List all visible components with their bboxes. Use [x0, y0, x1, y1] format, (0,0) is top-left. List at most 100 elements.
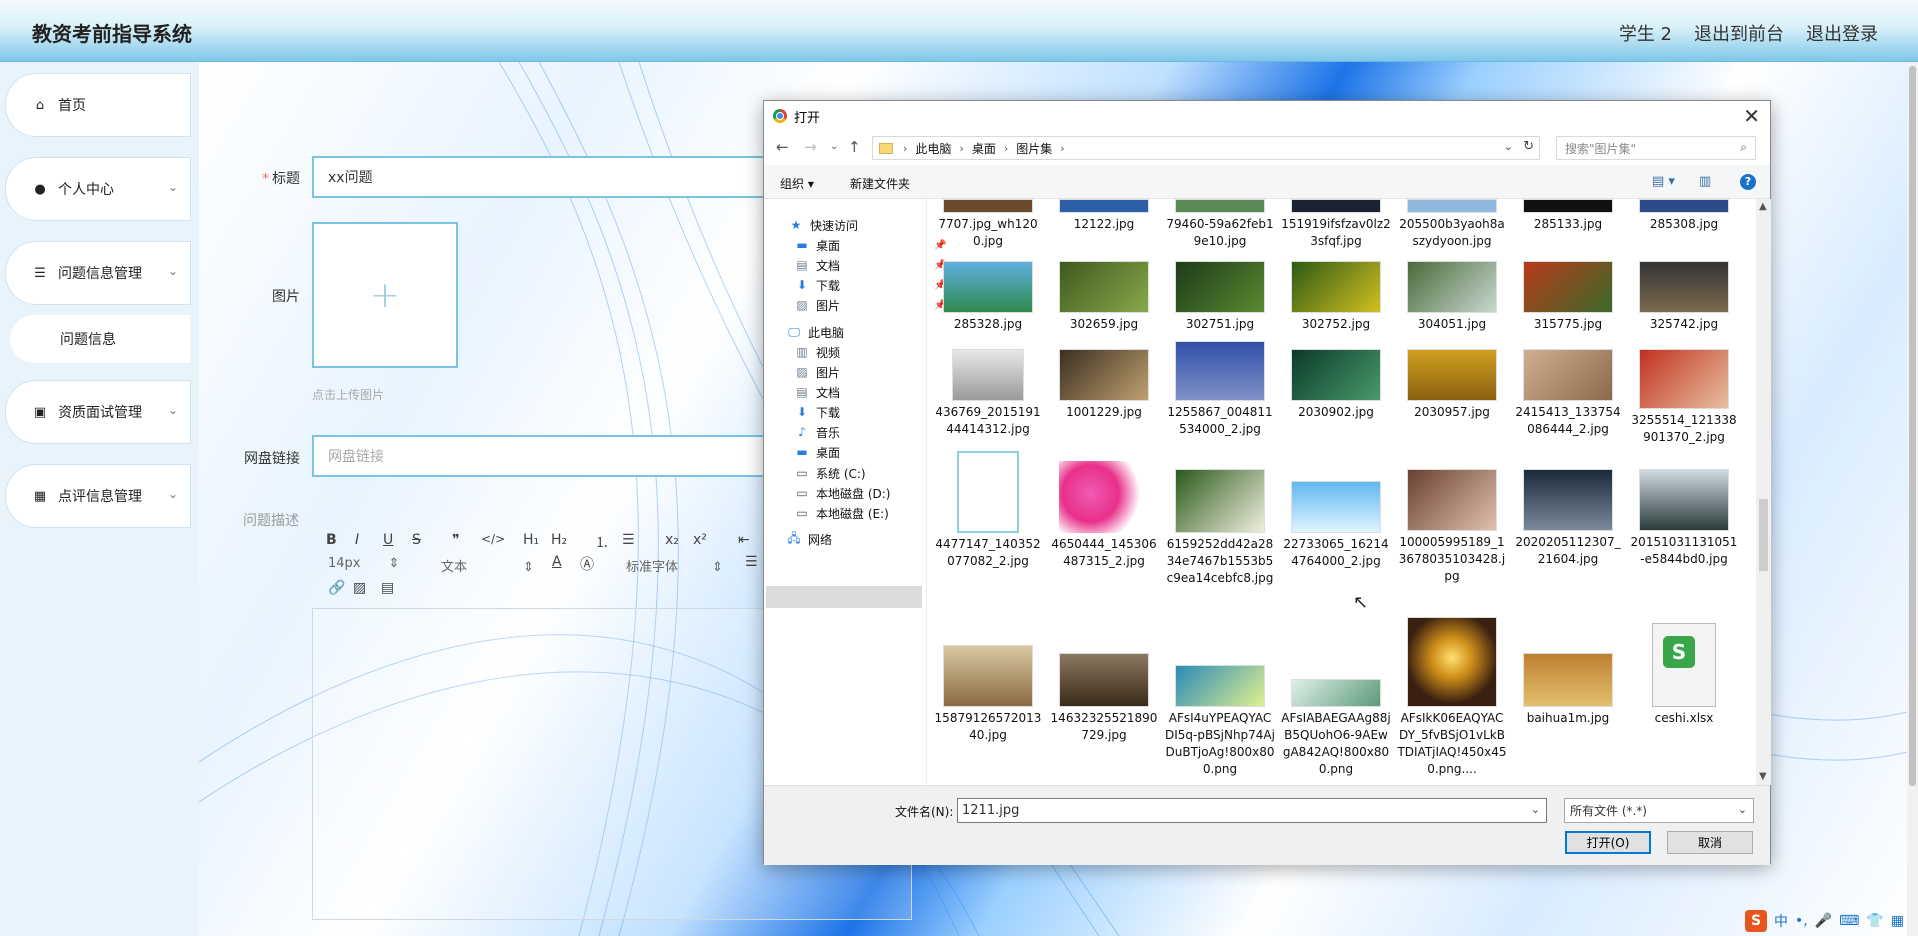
file-item[interactable]: AFsIkK06EAQYACDY_5fvBSjO1vLkBTDIATjIAQ!4… — [1397, 617, 1507, 778]
nav-item-music[interactable]: ♪ 音乐 — [794, 422, 840, 442]
nav-item-network[interactable]: 🖧 网络 — [786, 529, 832, 549]
nav-item-drive-d[interactable]: ▭ 本地磁盘 (D:) — [794, 483, 890, 503]
file-item[interactable]: 2030957.jpg — [1397, 349, 1507, 421]
file-item[interactable]: 302751.jpg — [1165, 261, 1275, 333]
font-color-button[interactable]: A — [552, 554, 562, 570]
link-input[interactable]: 网盘链接 — [312, 435, 772, 477]
file-item[interactable]: 2030902.jpg — [1281, 349, 1391, 421]
nav-item-documents-pc[interactable]: ▤ 文档 — [794, 382, 840, 402]
nav-item-pictures-pc[interactable]: ▨ 图片 — [794, 362, 840, 382]
text-style-select[interactable]: 文本 ⇕ — [441, 556, 534, 575]
menu-grid-icon[interactable]: ▦ — [1891, 913, 1904, 929]
current-user-link[interactable]: 学生 2 — [1619, 20, 1672, 46]
file-item[interactable]: AFsIABAEGAAg88jB5QUohO6-9AEwgA842AQ!800x… — [1281, 679, 1391, 778]
refresh-icon[interactable]: ↻ — [1523, 139, 1534, 154]
keyboard-icon[interactable]: ⌨ — [1839, 913, 1859, 929]
new-folder-button[interactable]: 新建文件夹 — [850, 175, 910, 192]
superscript-button[interactable]: x² — [693, 532, 707, 548]
file-item[interactable]: 1001229.jpg — [1049, 349, 1159, 421]
nav-item-desktop-pc[interactable]: ▬ 桌面 — [794, 442, 840, 462]
nav-item-this-pc[interactable]: 🖵 此电脑 — [786, 322, 844, 342]
heading2-button[interactable]: H₂ — [551, 532, 567, 548]
sidebar-item-personal-center[interactable]: ● 个人中心 ⌄ — [6, 158, 190, 220]
file-item[interactable]: 315775.jpg — [1513, 261, 1623, 333]
file-item[interactable]: 12122.jpg — [1049, 199, 1159, 233]
back-to-front-link[interactable]: 退出到前台 — [1694, 20, 1784, 46]
filetype-select[interactable]: 所有文件 (*.*) ⌄ — [1564, 798, 1754, 823]
bold-button[interactable]: B — [326, 532, 337, 548]
nav-item-videos[interactable]: ▥ 视频 — [794, 342, 840, 362]
outdent-button[interactable]: ⇤ — [738, 532, 750, 548]
title-input[interactable]: xx问题 — [312, 156, 772, 198]
underline-button[interactable]: U — [383, 532, 393, 548]
file-item[interactable]: baihua1m.jpg — [1513, 653, 1623, 727]
file-item[interactable]: 151919ifsfzav0lz23sfqf.jpg — [1281, 199, 1391, 250]
subscript-button[interactable]: x₂ — [665, 532, 679, 548]
file-item[interactable]: 6159252dd42a2834e7467b1553b5c9ea14cebfc8… — [1165, 469, 1275, 587]
font-size-select[interactable]: 14px ⇕ — [328, 556, 399, 571]
breadcrumb-item[interactable]: 图片集 — [1016, 140, 1052, 157]
chevron-down-icon[interactable]: ⌄ — [1504, 140, 1513, 153]
quote-button[interactable]: ❞ — [452, 532, 460, 548]
close-icon[interactable]: ✕ — [1743, 104, 1760, 128]
file-item[interactable]: 302659.jpg — [1049, 261, 1159, 333]
address-bar[interactable]: › 此电脑 › 桌面 › 图片集 › ⌄ ↻ — [872, 136, 1540, 160]
background-color-button[interactable]: Ⓐ — [580, 554, 594, 574]
nav-item-quick-access[interactable]: ★ 快速访问 — [788, 215, 858, 235]
file-item[interactable]: 15879126572013 40.jpg — [933, 645, 1043, 744]
nav-item-downloads-pc[interactable]: ⬇ 下载 — [794, 402, 840, 422]
font-family-select[interactable]: 标准字体 ⇕ — [626, 556, 723, 575]
microphone-icon[interactable]: 🎤 — [1815, 913, 1832, 929]
sidebar-item-interview-management[interactable]: ▣ 资质面试管理 ⌄ — [6, 381, 190, 443]
open-button[interactable]: 打开(O) — [1565, 831, 1651, 854]
skin-icon[interactable]: 👕 — [1866, 913, 1883, 929]
link-icon[interactable]: 🔗 — [328, 580, 345, 596]
punctuation-icon[interactable]: •, — [1795, 913, 1808, 929]
bullet-list-button[interactable]: ☰ — [622, 532, 635, 548]
ordered-list-button[interactable]: ⒈ — [595, 532, 609, 552]
file-item[interactable]: 325742.jpg — [1629, 261, 1739, 333]
file-item[interactable]: 3255514_121338901370_2.jpg — [1629, 349, 1739, 446]
image-upload-box[interactable]: + — [312, 222, 458, 368]
organize-button[interactable]: 组织 ▾ — [780, 175, 814, 192]
logout-link[interactable]: 退出登录 — [1806, 20, 1878, 46]
sidebar-item-question-management[interactable]: ☰ 问题信息管理 ⌄ — [6, 242, 190, 304]
strike-button[interactable]: S — [412, 532, 421, 548]
file-item[interactable]: 79460-59a62feb19e10.jpg — [1165, 199, 1275, 250]
scroll-up-icon[interactable]: ▲ — [1759, 201, 1767, 212]
search-input[interactable]: 搜索"图片集" ⌕ — [1556, 136, 1756, 160]
heading1-button[interactable]: H₁ — [523, 532, 539, 548]
file-item[interactable]: 4650444_145306487315_2.jpg — [1049, 461, 1159, 570]
view-options-icon[interactable]: ▤ ▾ — [1652, 174, 1675, 189]
preview-pane-icon[interactable]: ▥ — [1699, 174, 1711, 189]
scrollbar-thumb[interactable] — [1759, 499, 1768, 571]
filename-input[interactable]: 1211.jpg ⌄ — [957, 798, 1547, 823]
sidebar-subitem-question-info[interactable]: 问题信息 — [10, 315, 190, 363]
file-item[interactable]: 100005995189_13678035103428.jpg — [1397, 469, 1507, 585]
file-item[interactable]: 7707.jpg_wh1200.jpg — [933, 199, 1043, 250]
file-item[interactable]: 205500b3yaoh8aszydyoon.jpg — [1397, 199, 1507, 250]
italic-button[interactable]: I — [355, 532, 359, 548]
page-scrollbar-thumb[interactable] — [1909, 66, 1916, 786]
page-scrollbar[interactable] — [1907, 62, 1918, 936]
file-item[interactable]: 285133.jpg — [1513, 199, 1623, 233]
file-item[interactable]: Sceshi.xlsx — [1629, 623, 1739, 727]
file-item[interactable]: 20151031131051-e5844bd0.jpg — [1629, 469, 1739, 568]
video-icon[interactable]: ▤ — [381, 580, 394, 596]
image-icon[interactable]: ▨ — [353, 580, 366, 596]
nav-item-drive-c[interactable]: ▭ 系统 (C:) — [794, 463, 865, 483]
history-dropdown-icon[interactable]: ⌄ — [830, 141, 838, 152]
breadcrumb-item[interactable]: 桌面 — [972, 140, 996, 157]
sogou-logo-icon[interactable]: S — [1745, 910, 1767, 932]
cancel-button[interactable]: 取消 — [1667, 831, 1753, 854]
nav-item-drive-e[interactable]: ▭ 本地磁盘 (E:) — [794, 503, 888, 523]
file-item[interactable]: 436769_201519144414312.jpg — [933, 349, 1043, 438]
breadcrumb-item[interactable]: 此电脑 — [915, 140, 951, 157]
forward-arrow-icon[interactable]: → — [804, 138, 817, 156]
file-item[interactable]: 302752.jpg — [1281, 261, 1391, 333]
file-item[interactable]: 14632325521890729.jpg — [1049, 653, 1159, 744]
file-item[interactable]: 22733065_162144764000_2.jpg — [1281, 481, 1391, 570]
file-item[interactable]: AFsI4uYPEAQYACDI5q-pBSjNhp74AjDuBTjoAg!8… — [1165, 665, 1275, 778]
file-item[interactable]: 285308.jpg — [1629, 199, 1739, 233]
help-icon[interactable]: ? — [1740, 174, 1756, 190]
